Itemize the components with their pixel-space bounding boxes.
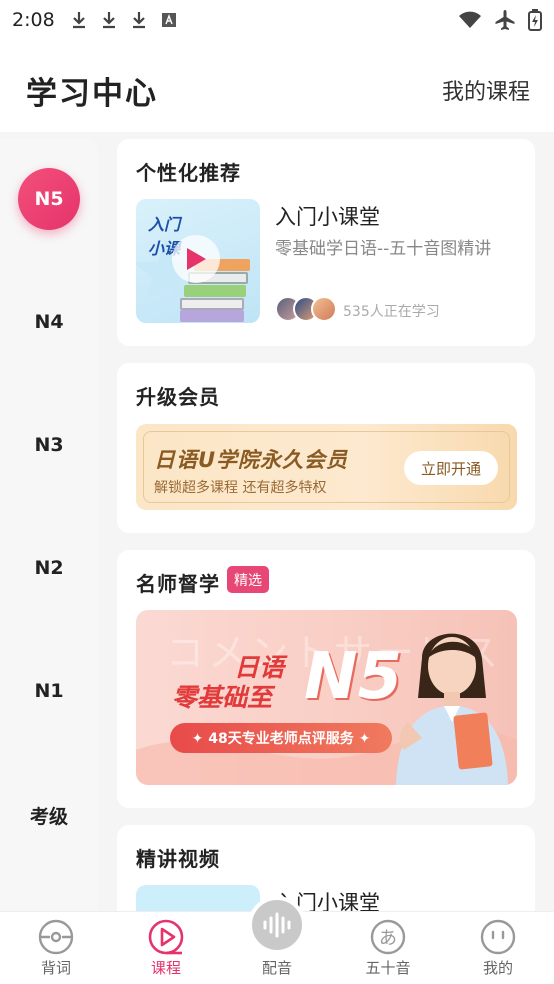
- video-card: 精讲视频 入门小课堂: [117, 825, 535, 925]
- tab-label: 课程: [150, 959, 181, 977]
- level-tab-n4[interactable]: N4: [0, 311, 98, 333]
- level-tab-n3[interactable]: N3: [0, 434, 98, 456]
- system-icons: [458, 9, 542, 31]
- download-icon: [102, 12, 115, 29]
- vip-banner-subtitle: 解锁超多课程 还有超多特权: [154, 480, 327, 496]
- recommend-card[interactable]: 个性化推荐 入门 小课 入门小课堂 零基础学日语--五十音图精讲 535人正在学…: [117, 139, 535, 346]
- face-icon: [480, 919, 516, 955]
- book-shape: [180, 310, 244, 322]
- target-icon: [38, 919, 74, 955]
- vip-banner-title: 日语U学院永久会员: [154, 448, 349, 472]
- teacher-section-title: 名师督学: [136, 572, 220, 596]
- learner-avatars: [275, 296, 337, 322]
- status-bar: 2:08: [0, 0, 554, 40]
- teacher-portrait-illustration: [396, 633, 508, 785]
- page-title: 学习中心: [26, 76, 158, 112]
- wifi-icon: [459, 11, 481, 28]
- activate-now-button[interactable]: 立即开通: [404, 451, 498, 485]
- play-icon: [187, 248, 206, 270]
- my-courses-link[interactable]: 我的课程: [442, 74, 530, 106]
- kana-icon: あ: [370, 919, 406, 955]
- video-section-title: 精讲视频: [136, 847, 220, 871]
- font-a-icon: [161, 13, 176, 27]
- teacher-card: 名师督学 精选 コメントサービス 日语 零基础至 N5 ✦ 48天专业老师点评服…: [117, 550, 535, 808]
- tab-vocabulary[interactable]: 背词: [6, 912, 106, 984]
- play-icon: [148, 919, 184, 955]
- dubbing-center-button[interactable]: [248, 896, 306, 954]
- level-tab-n2[interactable]: N2: [0, 557, 98, 579]
- download-icon: [72, 12, 85, 29]
- page-header: 学习中心 我的课程: [0, 62, 554, 114]
- book-shape: [184, 285, 246, 297]
- book-shape: [180, 298, 244, 310]
- status-time: 2:08: [12, 9, 55, 31]
- tab-label: 配音: [261, 959, 292, 977]
- course-title[interactable]: 入门小课堂: [275, 201, 380, 231]
- tab-profile[interactable]: 我的: [448, 912, 548, 984]
- tab-kana[interactable]: あ 五十音: [338, 912, 438, 984]
- thumb-text-1: 入门: [148, 215, 181, 234]
- download-icon: [132, 12, 145, 29]
- vip-banner[interactable]: 日语U学院永久会员 解锁超多课程 还有超多特权 立即开通: [136, 424, 517, 510]
- vip-card: 升级会员 日语U学院永久会员 解锁超多课程 还有超多特权 立即开通: [117, 363, 535, 533]
- notification-icons: [71, 11, 177, 29]
- teacher-banner[interactable]: コメントサービス 日语 零基础至 N5 ✦ 48天专业老师点评服务 ✦: [136, 610, 517, 785]
- level-tab-n1[interactable]: N1: [0, 680, 98, 702]
- level-sidebar: [0, 138, 98, 914]
- banner-service-pill: ✦ 48天专业老师点评服务 ✦: [170, 723, 392, 753]
- tab-label: 背词: [40, 959, 71, 977]
- tab-label: 五十音: [365, 959, 411, 977]
- battery-icon: [528, 9, 542, 31]
- course-subtitle: 零基础学日语--五十音图精讲: [275, 239, 492, 259]
- banner-line-2: 零基础至: [172, 683, 273, 712]
- airplane-icon: [495, 10, 515, 30]
- recommend-title: 个性化推荐: [136, 161, 241, 185]
- level-tab-n5[interactable]: N5: [18, 168, 80, 230]
- tab-label: 我的: [482, 959, 513, 977]
- play-button[interactable]: [172, 235, 220, 283]
- vip-section-title: 升级会员: [136, 385, 220, 409]
- level-tab-exam[interactable]: 考级: [0, 802, 98, 829]
- avatar: [311, 296, 337, 322]
- featured-badge: 精选: [227, 566, 269, 593]
- learner-count: 535人正在学习: [343, 304, 440, 320]
- mic-wave-icon: [263, 912, 291, 938]
- course-thumbnail[interactable]: 入门 小课: [136, 199, 260, 323]
- svg-text:あ: あ: [379, 928, 397, 949]
- tab-courses[interactable]: 课程: [116, 912, 216, 984]
